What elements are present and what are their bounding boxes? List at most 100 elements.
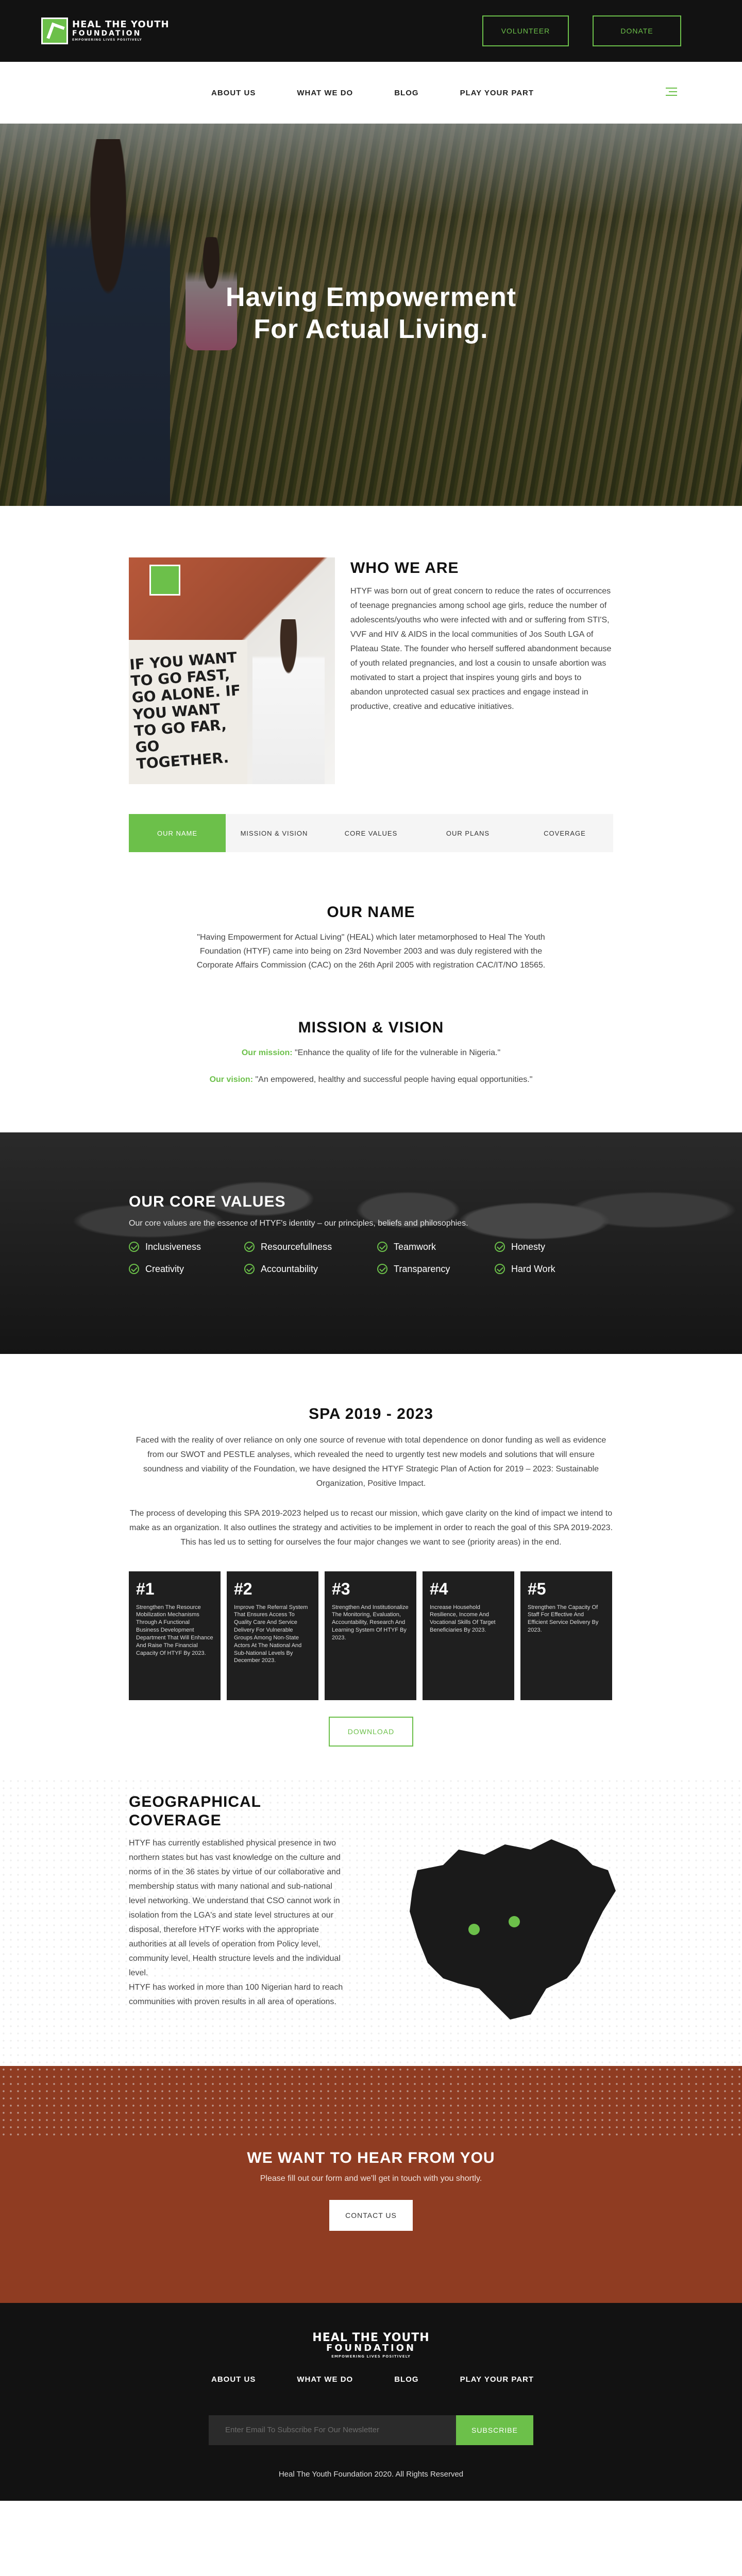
footer-logo-line2: FOUNDATION xyxy=(326,2342,416,2353)
nav-links: ABOUT US WHAT WE DO BLOG PLAY YOUR PART xyxy=(211,62,575,124)
spa-card: #1 Strengthen The Resource Mobilization M… xyxy=(129,1571,221,1700)
our-name-body: "Having Empowerment for Actual Living" (… xyxy=(196,933,546,970)
spa-card-text: Improve The Referral System That Ensures… xyxy=(234,1604,308,1664)
contact-us-button[interactable]: CONTACT US xyxy=(329,2199,413,2231)
who-we-are-section: IF YOU WANT TO GO FAST, GO ALONE. IF YOU… xyxy=(0,506,742,852)
spa-card-text: Increase Household Resilience, Income An… xyxy=(430,1604,496,1634)
logo-line1: HEAL THE YOUTH xyxy=(72,19,170,30)
newsletter-email-input[interactable] xyxy=(209,2415,456,2445)
footer-item-blog[interactable]: BLOG xyxy=(394,2375,418,2384)
main-nav: ABOUT US WHAT WE DO BLOG PLAY YOUR PART xyxy=(0,62,742,124)
contact-sub: Please fill out our form and we'll get i… xyxy=(260,2174,482,2183)
core-value-item: Transparency xyxy=(377,1264,495,1275)
photo-sign-text: IF YOU WANT TO GO FAST, GO ALONE. IF YOU… xyxy=(129,649,241,773)
nav-item-play-your-part[interactable]: PLAY YOUR PART xyxy=(460,89,534,97)
our-name-section: OUR NAME "Having Empowerment for Actual … xyxy=(0,852,742,973)
core-value-label: Creativity xyxy=(145,1263,184,1274)
spa-card-number: #4 xyxy=(430,1579,448,1598)
check-circle-icon xyxy=(129,1242,139,1252)
spa-card-text: Strengthen And Institutionalize The Moni… xyxy=(332,1604,409,1641)
spa-paragraph-2: The process of developing this SPA 2019-… xyxy=(129,1509,613,1547)
vision-text: "An empowered, healthy and successful pe… xyxy=(253,1075,533,1084)
check-circle-icon xyxy=(495,1242,505,1252)
spa-heading: SPA 2019 - 2023 xyxy=(309,1405,433,1422)
donate-button[interactable]: DONATE xyxy=(593,15,681,46)
check-circle-icon xyxy=(244,1264,255,1275)
core-value-item: Resourcefullness xyxy=(244,1242,377,1252)
spa-card: #2 Improve The Referral System That Ensur… xyxy=(227,1571,318,1700)
copyright-text: Heal The Youth Foundation 2020. All Righ… xyxy=(278,2469,464,2479)
spa-section: SPA 2019 - 2023 Faced with the reality o… xyxy=(0,1354,742,1747)
nav-item-blog[interactable]: BLOG xyxy=(394,89,418,97)
location-marker-icon xyxy=(509,1916,520,1927)
contact-heading: WE WANT TO HEAR FROM YOU xyxy=(247,2149,495,2166)
core-value-item: Teamwork xyxy=(377,1242,495,1252)
check-circle-icon xyxy=(377,1264,387,1275)
logo-tagline: EMPOWERING LIVES POSITIVELY xyxy=(72,38,142,42)
core-values-sub: Our core values are the essence of HTYF'… xyxy=(129,1218,468,1228)
hero-title-line2: For Actual Living. xyxy=(254,314,488,345)
hero-title: Having Empowerment For Actual Living. xyxy=(0,281,742,346)
spa-cards: #1 Strengthen The Resource Mobilization M… xyxy=(129,1571,613,1700)
geo-heading-line2: COVERAGE xyxy=(129,1811,222,1829)
footer-logo[interactable]: HEAL THE YOUTH FOUNDATION EMPOWERING LIV… xyxy=(312,2331,430,2359)
footer-item-what-we-do[interactable]: WHAT WE DO xyxy=(297,2375,353,2384)
core-value-label: Resourcefullness xyxy=(261,1241,332,1252)
photo-logo-icon xyxy=(149,565,180,596)
check-circle-icon xyxy=(244,1242,255,1252)
core-value-item: Accountability xyxy=(244,1264,377,1275)
our-name-heading: OUR NAME xyxy=(327,904,415,921)
mission-text: "Enhance the quality of life for the vul… xyxy=(292,1048,501,1057)
hero-title-line1: Having Empowerment xyxy=(225,282,517,312)
tab-core-values[interactable]: CORE VALUES xyxy=(323,814,419,852)
core-value-item: Creativity xyxy=(129,1264,244,1275)
mission-label: Our mission: xyxy=(241,1048,293,1057)
logo-mark-icon xyxy=(41,18,68,44)
who-we-are-photo: IF YOU WANT TO GO FAST, GO ALONE. IF YOU… xyxy=(129,557,335,784)
core-value-item: Honesty xyxy=(495,1242,613,1252)
mission-statement: Our mission: "Enhance the quality of lif… xyxy=(191,1046,551,1060)
top-bar: HEAL THE YOUTH FOUNDATION EMPOWERING LIV… xyxy=(0,0,742,62)
tab-our-name[interactable]: OUR NAME xyxy=(129,814,226,852)
footer-nav: ABOUT US WHAT WE DO BLOG PLAY YOUR PART xyxy=(211,2375,575,2384)
spa-card-text: Strengthen The Resource Mobilization Mec… xyxy=(136,1604,213,1656)
core-value-label: Teamwork xyxy=(394,1241,436,1252)
about-tabs: OUR NAME MISSION & VISION CORE VALUES OU… xyxy=(129,814,613,852)
spa-card-number: #2 xyxy=(234,1579,252,1598)
download-button[interactable]: DOWNLOAD xyxy=(329,1716,413,1747)
spa-card: #3 Strengthen And Institutionalize The Mo… xyxy=(325,1571,416,1700)
volunteer-button[interactable]: VOLUNTEER xyxy=(482,15,569,46)
who-we-are-heading: WHO WE ARE xyxy=(350,560,459,577)
site-logo[interactable]: HEAL THE YOUTH FOUNDATION EMPOWERING LIV… xyxy=(41,18,170,44)
spa-card-text: Strengthen The Capacity Of Staff For Eff… xyxy=(528,1604,599,1634)
tab-coverage[interactable]: COVERAGE xyxy=(516,814,613,852)
vision-statement: Our vision: "An empowered, healthy and s… xyxy=(191,1073,551,1087)
tab-our-plans[interactable]: OUR PLANS xyxy=(419,814,516,852)
spa-card-number: #1 xyxy=(136,1579,155,1598)
photo-person xyxy=(252,619,325,784)
spa-card: #5 Strengthen The Capacity Of Staff For E… xyxy=(520,1571,612,1700)
nav-item-what-we-do[interactable]: WHAT WE DO xyxy=(297,89,353,97)
footer: HEAL THE YOUTH FOUNDATION EMPOWERING LIV… xyxy=(0,2302,742,2501)
core-values-grid: Inclusiveness Resourcefullness Teamwork … xyxy=(129,1242,613,1275)
logo-text: HEAL THE YOUTH FOUNDATION EMPOWERING LIV… xyxy=(72,20,170,42)
core-values-section: OUR CORE VALUES Our core values are the … xyxy=(0,1132,742,1354)
logo-line2: FOUNDATION xyxy=(72,29,142,38)
core-value-item: Inclusiveness xyxy=(129,1242,244,1252)
menu-icon[interactable] xyxy=(666,88,677,96)
spa-card-number: #5 xyxy=(528,1579,546,1598)
hero-banner: Having Empowerment For Actual Living. xyxy=(0,124,742,506)
nigeria-map-shape xyxy=(410,1839,616,2020)
who-we-are-body: HTYF was born out of great concern to re… xyxy=(350,587,612,711)
subscribe-button[interactable]: SUBSCRIBE xyxy=(456,2415,533,2445)
core-value-label: Inclusiveness xyxy=(145,1241,201,1252)
spa-paragraph-1: Faced with the reality of over reliance … xyxy=(136,1435,606,1488)
footer-logo-line1: HEAL THE YOUTH xyxy=(312,2331,430,2344)
geo-body-2: HTYF has worked in more than 100 Nigeria… xyxy=(129,1982,343,2006)
nav-item-about-us[interactable]: ABOUT US xyxy=(211,89,256,97)
core-value-label: Transparency xyxy=(394,1263,450,1274)
tab-mission-vision[interactable]: MISSION & VISION xyxy=(226,814,323,852)
footer-item-about-us[interactable]: ABOUT US xyxy=(211,2375,256,2384)
footer-item-play-your-part[interactable]: PLAY YOUR PART xyxy=(460,2375,534,2384)
spa-card-number: #3 xyxy=(332,1579,350,1598)
